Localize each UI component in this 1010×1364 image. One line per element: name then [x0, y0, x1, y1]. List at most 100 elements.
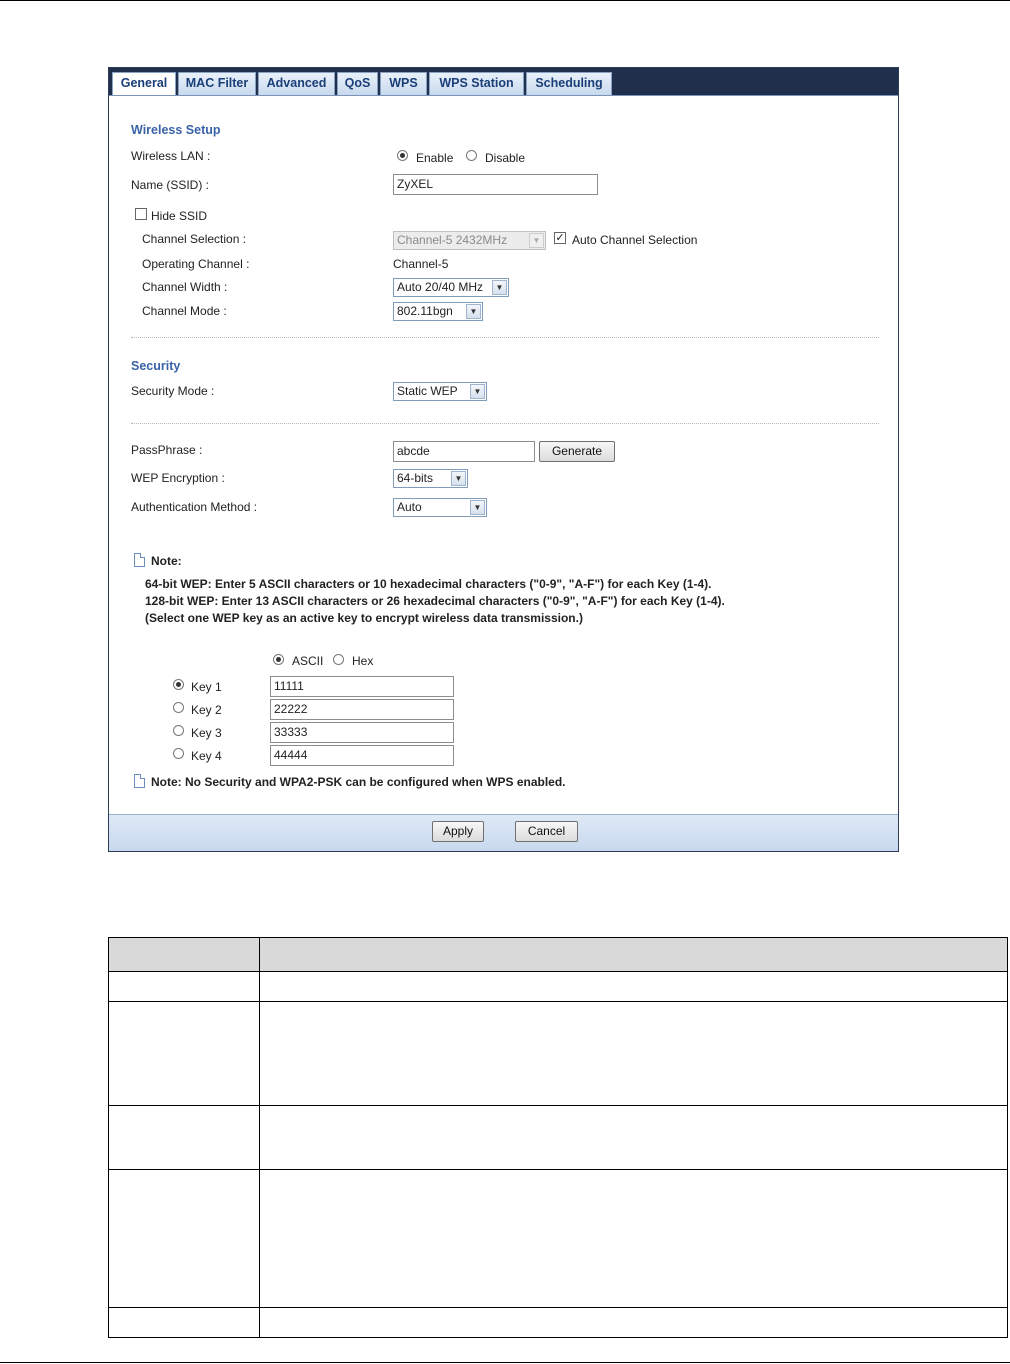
- table-cell: [259, 1105, 1008, 1170]
- key-4-radio[interactable]: [173, 748, 184, 759]
- auth-method-label: Authentication Method :: [131, 500, 258, 514]
- key-3-input[interactable]: 33333: [270, 722, 454, 743]
- key-2-label: Key 2: [191, 703, 222, 717]
- table-row: [108, 1169, 1008, 1308]
- chevron-down-icon: ▼: [470, 500, 485, 515]
- wps-note: Note: No Security and WPA2-PSK can be co…: [151, 775, 566, 789]
- disable-radio[interactable]: [466, 150, 477, 161]
- security-mode-select[interactable]: Static WEP ▼: [393, 382, 487, 401]
- table-header-cell: [259, 937, 1008, 972]
- table-cell: [259, 1307, 1008, 1338]
- hide-ssid-checkbox[interactable]: [135, 208, 147, 220]
- chevron-down-icon: ▼: [466, 304, 481, 319]
- auth-method-value: Auto: [397, 500, 422, 514]
- key-3-label: Key 3: [191, 726, 222, 740]
- table-row: [108, 1001, 1008, 1106]
- channel-width-value: Auto 20/40 MHz: [397, 280, 484, 294]
- channel-selection-value: Channel-5 2432MHz: [397, 233, 508, 247]
- key-3-radio[interactable]: [173, 725, 184, 736]
- enable-label: Enable: [416, 151, 454, 165]
- auto-channel-label: Auto Channel Selection: [572, 233, 698, 247]
- enable-radio[interactable]: [397, 150, 408, 161]
- hex-radio[interactable]: [333, 654, 344, 665]
- key-1-label: Key 1: [191, 680, 222, 694]
- note-title: Note:: [151, 554, 182, 568]
- security-mode-value: Static WEP: [397, 384, 458, 398]
- note-icon: [134, 553, 145, 567]
- operating-channel-label: Operating Channel :: [142, 257, 250, 271]
- channel-mode-select[interactable]: 802.11bgn ▼: [393, 302, 483, 321]
- disable-label: Disable: [485, 151, 526, 165]
- ssid-label: Name (SSID) :: [131, 178, 210, 192]
- hide-ssid-label: Hide SSID: [151, 209, 208, 223]
- passphrase-input[interactable]: abcde: [393, 441, 535, 462]
- channel-width-label: Channel Width :: [142, 280, 228, 294]
- note-icon: [134, 774, 145, 788]
- generate-button[interactable]: Generate: [539, 441, 615, 462]
- channel-mode-label: Channel Mode :: [142, 304, 227, 318]
- note-line-1: 64-bit WEP: Enter 5 ASCII characters or …: [145, 577, 712, 591]
- tab-content: Wireless Setup Wireless LAN : Enable Dis…: [109, 95, 898, 816]
- tab-wps[interactable]: WPS: [380, 72, 427, 95]
- channel-selection-label: Channel Selection :: [142, 232, 247, 246]
- bottom-rule: [0, 1362, 1010, 1363]
- ascii-radio[interactable]: [273, 654, 284, 665]
- ascii-label: ASCII: [292, 654, 324, 668]
- description-table: [108, 937, 1008, 1338]
- top-rule: [0, 0, 1010, 1]
- apply-button[interactable]: Apply: [432, 821, 484, 842]
- table-cell: [259, 1169, 1008, 1308]
- wireless-setup-title: Wireless Setup: [131, 123, 221, 137]
- chevron-down-icon: ▼: [470, 384, 485, 399]
- wep-encryption-label: WEP Encryption :: [131, 471, 225, 485]
- table-cell: [108, 971, 260, 1002]
- section-divider: [131, 337, 879, 338]
- note-line-3: (Select one WEP key as an active key to …: [145, 611, 583, 625]
- passphrase-label: PassPhrase :: [131, 443, 203, 457]
- channel-selection-select[interactable]: Channel-5 2432MHz ▼: [393, 231, 546, 250]
- auto-channel-checkbox[interactable]: ✓: [554, 232, 566, 244]
- wep-encryption-value: 64-bits: [397, 471, 434, 485]
- tab-general[interactable]: General: [112, 72, 176, 96]
- channel-mode-value: 802.11bgn: [397, 304, 453, 318]
- channel-width-select[interactable]: Auto 20/40 MHz ▼: [393, 278, 509, 297]
- table-cell: [108, 1105, 260, 1170]
- table-row: [108, 1105, 1008, 1170]
- ssid-input[interactable]: ZyXEL: [393, 174, 598, 195]
- section-divider: [131, 423, 879, 424]
- tab-bar: General MAC Filter Advanced QoS WPS WPS …: [109, 68, 898, 96]
- tab-mac-filter[interactable]: MAC Filter: [178, 72, 256, 95]
- key-4-input[interactable]: 44444: [270, 745, 454, 766]
- table-header-cell: [108, 937, 260, 972]
- table-cell: [108, 1307, 260, 1338]
- button-footer: Apply Cancel: [109, 814, 898, 851]
- chevron-down-icon: ▼: [529, 233, 544, 248]
- hex-label: Hex: [352, 654, 374, 668]
- key-4-label: Key 4: [191, 749, 222, 763]
- security-title: Security: [131, 359, 181, 373]
- table-row: [108, 1307, 1008, 1338]
- security-mode-label: Security Mode :: [131, 384, 215, 398]
- auth-method-select[interactable]: Auto ▼: [393, 498, 487, 517]
- wireless-lan-label: Wireless LAN :: [131, 149, 211, 163]
- operating-channel-value: Channel-5: [393, 257, 449, 271]
- table-cell: [259, 971, 1008, 1002]
- cancel-button[interactable]: Cancel: [515, 821, 578, 842]
- tab-scheduling[interactable]: Scheduling: [526, 72, 612, 95]
- key-1-radio[interactable]: [173, 679, 184, 690]
- chevron-down-icon: ▼: [492, 280, 507, 295]
- tab-advanced[interactable]: Advanced: [258, 72, 335, 95]
- table-header-row: [108, 937, 1008, 972]
- table-cell: [259, 1001, 1008, 1106]
- table-cell: [108, 1169, 260, 1308]
- wep-encryption-select[interactable]: 64-bits ▼: [393, 469, 468, 488]
- table-row: [108, 971, 1008, 1002]
- key-2-radio[interactable]: [173, 702, 184, 713]
- tab-wps-station[interactable]: WPS Station: [429, 72, 524, 95]
- key-2-input[interactable]: 22222: [270, 699, 454, 720]
- chevron-down-icon: ▼: [451, 471, 466, 486]
- tab-qos[interactable]: QoS: [337, 72, 378, 95]
- wireless-settings-panel: General MAC Filter Advanced QoS WPS WPS …: [108, 67, 899, 852]
- key-1-input[interactable]: 11111: [270, 676, 454, 697]
- note-line-2: 128-bit WEP: Enter 13 ASCII characters o…: [145, 594, 725, 608]
